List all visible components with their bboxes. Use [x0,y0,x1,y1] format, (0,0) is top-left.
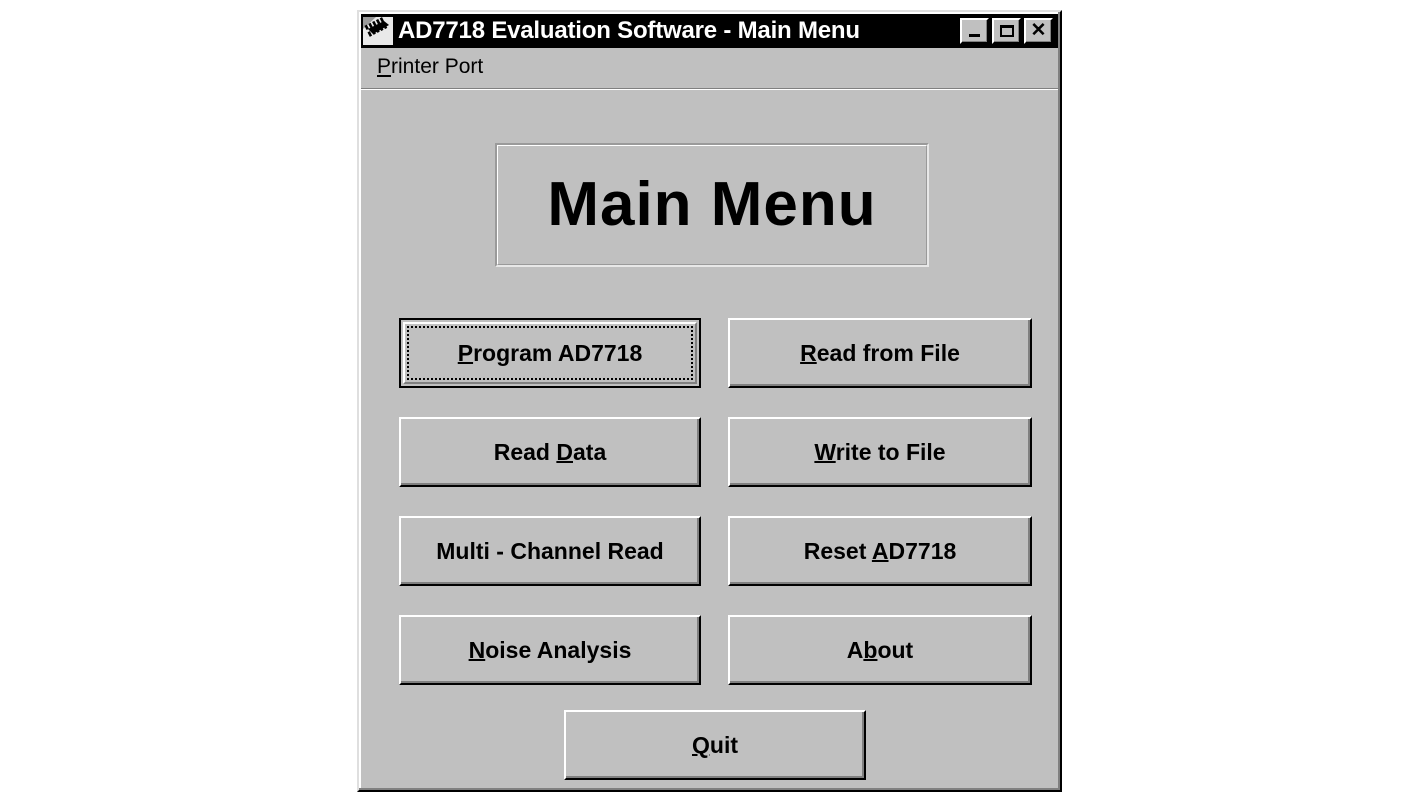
read-data-button[interactable]: Read Data [399,417,701,487]
maximize-icon [999,25,1014,37]
multi-channel-read-button[interactable]: Multi - Channel Read [399,516,701,586]
noise-analysis-button[interactable]: Noise Analysis [399,615,701,685]
write-to-file-button[interactable]: Write to File [728,417,1032,487]
minimize-icon [969,34,980,37]
menu-bar: Printer Port [361,48,1058,88]
page-canvas: AD7718 Evaluation Software - Main Menu ✕… [0,0,1420,798]
main-menu-heading-panel: Main Menu [495,143,929,267]
quit-button-label: Quit [692,731,738,758]
about-button[interactable]: About [728,615,1032,685]
read-from-file-button-label: Read from File [800,339,960,366]
multi-channel-read-button-label: Multi - Channel Read [436,537,664,564]
menu-item-printer-port[interactable]: Printer Port [377,55,483,79]
application-window: AD7718 Evaluation Software - Main Menu ✕… [357,10,1062,792]
menu-item-printer-port-accel: P [377,55,392,78]
reset-ad7718-button-label: Reset AD7718 [803,537,957,564]
read-from-file-button[interactable]: Read from File [728,318,1032,388]
quit-button[interactable]: Quit [564,710,866,780]
reset-ad7718-button[interactable]: Reset AD7718 [728,516,1032,586]
about-button-label: About [846,636,914,663]
ic-chip-icon[interactable] [363,17,393,45]
close-icon: ✕ [1030,19,1047,41]
program-ad7718-button[interactable]: Program AD7718 [399,318,701,388]
title-bar[interactable]: AD7718 Evaluation Software - Main Menu ✕ [361,14,1058,48]
page-title: Main Menu [547,170,877,239]
minimize-button[interactable] [960,18,989,44]
window-controls: ✕ [960,18,1056,44]
program-ad7718-button-inner: Program AD7718 [403,322,697,384]
close-button[interactable]: ✕ [1024,18,1053,44]
menu-bar-separator [361,88,1058,90]
menu-item-printer-port-label: rinter Port [391,55,484,78]
read-data-button-label: Read Data [493,438,607,465]
write-to-file-button-label: Write to File [814,438,946,465]
noise-analysis-button-label: Noise Analysis [468,636,632,663]
client-area: Main Menu Program AD7718 Read from File … [361,92,1058,788]
program-ad7718-button-label: Program AD7718 [457,339,643,366]
maximize-button[interactable] [992,18,1021,44]
window-title: AD7718 Evaluation Software - Main Menu [398,17,860,44]
